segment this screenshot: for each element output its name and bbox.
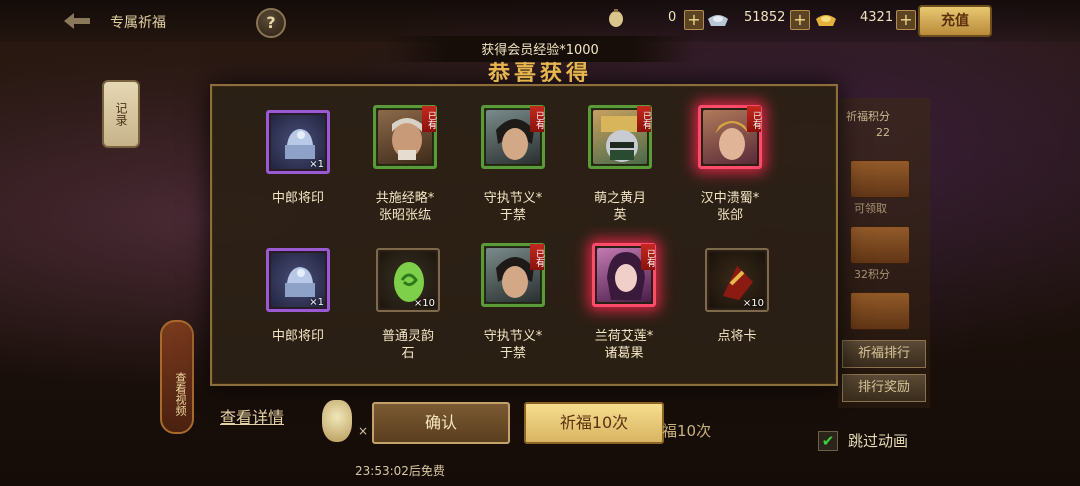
pray-ranking-button[interactable]: 祈福排行 [842,340,926,368]
item-name: 共施经略* 张昭张纮 [375,191,435,223]
reward-item[interactable]: ×1 [266,248,330,312]
chest-icon[interactable] [850,226,910,264]
item-name: 守执节义* 于禁 [483,191,543,223]
skip-animation-label: 跳过动画 [848,432,909,450]
gold-count: 4321 [860,10,894,25]
item-name: 普通灵韵石 [381,329,434,361]
reward-item[interactable]: 已有 [373,105,437,169]
reward-item[interactable]: 已有 [481,243,545,307]
reward-item[interactable]: ×1 [266,110,330,174]
item-name: 守执节义* 于禁 [483,329,543,361]
ranking-reward-button[interactable]: 排行奖励 [842,374,926,402]
item-quantity: ×1 [309,297,324,308]
chest-icon[interactable] [850,292,910,330]
owned-tag: 已有 [747,106,761,132]
silver-count: 51852 [744,10,786,25]
lantern-icon [609,9,623,27]
add-lantern-button[interactable]: + [684,10,704,30]
chest-note-1: 可领取 [854,202,887,215]
recharge-button[interactable]: 充值 [918,5,992,37]
item-quantity: ×1 [309,159,324,170]
item-quantity: ×10 [413,298,435,309]
reward-item[interactable]: ×10 [376,248,440,312]
reward-item[interactable]: 已有 [588,105,652,169]
reward-item[interactable]: 已有 [592,243,656,307]
back-arrow-icon[interactable] [62,10,92,32]
pray-10-button[interactable]: 祈福10次 [524,402,664,444]
owned-tag: 已有 [422,106,436,132]
owned-tag: 已有 [637,106,651,132]
confirm-button[interactable]: 确认 [372,402,510,444]
item-quantity: ×10 [742,298,764,309]
reward-item[interactable]: ×10 [705,248,769,312]
owned-tag: 已有 [530,244,544,270]
item-name: 汉中溃蜀* 张郃 [700,191,760,223]
page-title: 专属祈福 [110,15,166,31]
reward-item[interactable]: 已有 [698,105,762,169]
item-name: 中郎将印 [271,191,324,206]
silver-ingot-icon [708,15,728,26]
add-gold-button[interactable]: + [896,10,916,30]
reward-item[interactable]: 已有 [481,105,545,169]
add-silver-button[interactable]: + [790,10,810,30]
exp-banner-text: 获得会员经验*1000 [481,43,599,58]
background-pray-10-label: 福10次 [662,422,712,440]
view-details-link[interactable]: 查看详情 [220,404,284,428]
points-value: 22 [876,126,890,139]
lantern-icon [322,400,352,442]
item-name: 中郎将印 [271,329,324,344]
chest-icon[interactable] [850,160,910,198]
chest-note-2: 32积分 [854,268,890,281]
owned-tag: 已有 [530,106,544,132]
item-name: 点将卡 [717,329,757,344]
gold-ingot-icon [816,15,836,26]
owned-tag: 已有 [641,244,655,270]
lantern-count: 0 [668,10,677,25]
lantern-multiplier: × [358,424,369,438]
question-mark-icon[interactable]: ? [256,8,286,38]
skip-animation-checkbox[interactable]: ✔ [818,431,838,451]
free-timer: 23:53:02后免费 [355,464,445,478]
video-button-label: 查看视频 [174,372,187,416]
record-button[interactable]: 记录 [102,80,140,148]
item-name: 萌之黄月英 [593,191,646,223]
item-name: 兰荷艾莲* 诸葛果 [594,329,654,361]
points-label: 祈福积分 [846,110,890,123]
